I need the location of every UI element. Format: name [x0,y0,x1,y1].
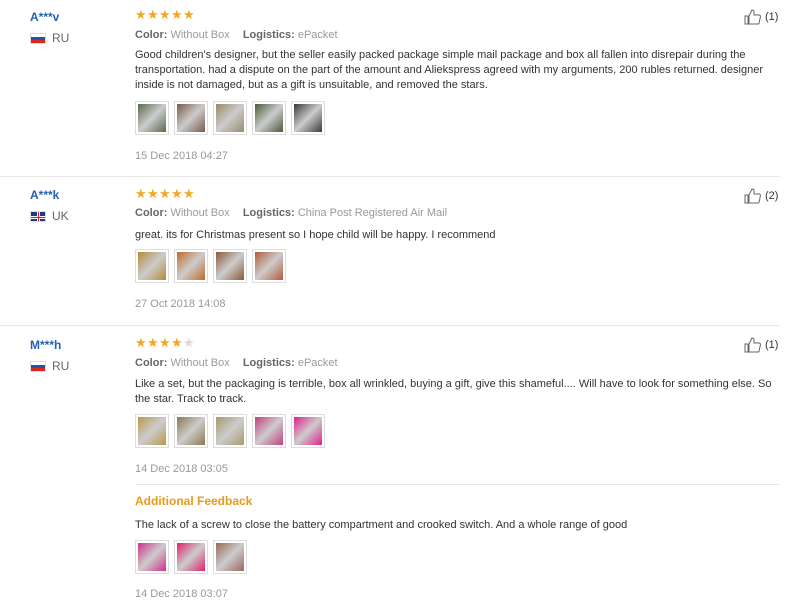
thumbs-up-icon [744,9,761,25]
logistics-value: China Post Registered Air Mail [297,207,448,219]
russia-flag-icon [30,32,46,44]
filled-star-icon: ★ [135,186,147,201]
filled-star-icon: ★ [135,335,147,350]
filled-star-icon: ★ [171,186,183,201]
review-3: M***h RU ★ ★ ★ ★ ★ Color: Without Box Logist… [0,325,800,604]
review-text: Like a set, but the packaging is terribl… [135,378,772,405]
review-photo-thumbnail[interactable] [135,540,169,574]
filled-star-icon: ★ [135,7,147,22]
order-info: Color: Without Box Logistics: ePacket [135,29,348,41]
review-photo-thumbnail[interactable] [291,414,325,448]
helpful-count: (1) [765,339,779,351]
reviewer-name[interactable]: A***k [30,188,59,202]
filled-star-icon: ★ [159,7,171,22]
review-photo-thumbnail[interactable] [213,540,247,574]
color-value: Without Box [170,29,230,41]
reviewer-country: RU [30,359,69,373]
filled-star-icon: ★ [147,335,159,350]
filled-star-icon: ★ [183,186,195,201]
review-photo-thumbnail[interactable] [252,101,286,135]
reviewer-country: UK [30,209,69,223]
review-photo-thumbnail[interactable] [213,101,247,135]
country-code: UK [52,209,69,223]
color-value: Without Box [170,357,230,369]
review-photos [135,414,330,448]
star-rating: ★ ★ ★ ★ ★ [135,186,195,201]
star-rating: ★ ★ ★ ★ ★ [135,335,195,350]
uk-flag-icon [30,210,46,222]
review-photo-thumbnail[interactable] [252,414,286,448]
review-photo-thumbnail[interactable] [135,414,169,448]
logistics-label: Logistics: [242,29,295,41]
filled-star-icon: ★ [171,335,183,350]
review-photo-thumbnail[interactable] [135,101,169,135]
additional-feedback-photos [135,540,252,574]
filled-star-icon: ★ [147,186,159,201]
review-photo-thumbnail[interactable] [174,414,208,448]
order-info: Color: Without Box Logistics: China Post… [135,207,457,219]
review-photo-thumbnail[interactable] [174,249,208,283]
filled-star-icon: ★ [159,335,171,350]
helpful-button[interactable]: (1) [744,9,778,25]
logistics-label: Logistics: [242,207,295,219]
helpful-count: (2) [765,190,779,202]
review-text: great. its for Christmas present so I ho… [135,229,496,241]
country-code: RU [52,359,70,373]
color-label: Color: [135,29,168,41]
filled-star-icon: ★ [183,7,195,22]
review-photo-thumbnail[interactable] [174,101,208,135]
review-date: 14 Dec 2018 03:05 [135,463,228,475]
review-date: 27 Oct 2018 14:08 [135,298,226,310]
thumbs-up-icon [744,188,761,204]
logistics-value: ePacket [297,29,338,41]
logistics-label: Logistics: [242,357,295,369]
reviewer-name[interactable]: M***h [30,338,61,352]
star-rating: ★ ★ ★ ★ ★ [135,7,195,22]
order-info: Color: Without Box Logistics: ePacket [135,357,348,369]
review-2: A***k UK ★ ★ ★ ★ ★ Color: Without Box Logist… [0,176,800,325]
review-photos [135,249,291,283]
review-photo-thumbnail[interactable] [252,249,286,283]
additional-feedback-divider [135,484,780,485]
logistics-value: ePacket [297,357,338,369]
color-label: Color: [135,357,168,369]
additional-feedback-title: Additional Feedback [135,494,253,508]
review-photo-thumbnail[interactable] [213,414,247,448]
thumbs-up-icon [744,337,761,353]
additional-feedback-date: 14 Dec 2018 03:07 [135,588,228,600]
empty-star-icon: ★ [183,335,195,350]
review-photo-thumbnail[interactable] [291,101,325,135]
reviewer-name[interactable]: A***v [30,10,59,24]
filled-star-icon: ★ [147,7,159,22]
reviewer-country: RU [30,31,69,45]
review-photo-thumbnail[interactable] [213,249,247,283]
helpful-button[interactable]: (1) [744,337,778,353]
russia-flag-icon [30,360,46,372]
additional-feedback-text: The lack of a screw to close the battery… [135,519,628,531]
review-photo-thumbnail[interactable] [174,540,208,574]
review-photo-thumbnail[interactable] [135,249,169,283]
review-date: 15 Dec 2018 04:27 [135,150,228,162]
country-code: RU [52,31,70,45]
filled-star-icon: ★ [171,7,183,22]
color-value: Without Box [170,207,230,219]
review-photos [135,101,330,135]
helpful-button[interactable]: (2) [744,188,778,204]
review-text: Good children's designer, but the seller… [135,49,763,91]
helpful-count: (1) [765,11,779,23]
color-label: Color: [135,207,168,219]
filled-star-icon: ★ [159,186,171,201]
review-1: A***v RU ★ ★ ★ ★ ★ Color: Without Box Logist… [0,0,800,176]
